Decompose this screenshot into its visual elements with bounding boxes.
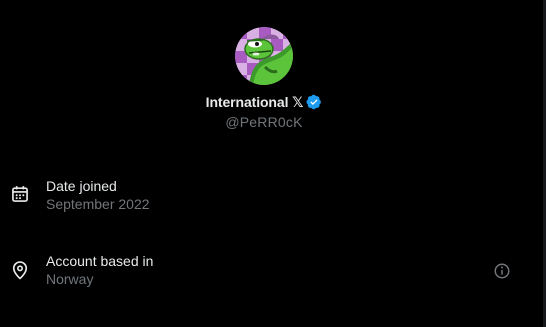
user-handle: @PeRR0cK [225, 114, 303, 130]
account-location-label: Account based in [46, 253, 154, 269]
verified-badge-icon [306, 94, 322, 110]
profile-header: International 𝕏 @PeRR0cK [0, 27, 528, 130]
date-joined-row: Date joined September 2022 [0, 176, 528, 220]
display-name[interactable]: International 𝕏 [206, 94, 304, 111]
calendar-icon [10, 184, 30, 204]
avatar-image [235, 27, 293, 85]
date-joined-value: September 2022 [46, 196, 150, 212]
avatar[interactable] [235, 27, 293, 85]
account-location-value: Norway [46, 271, 94, 287]
name-row: International 𝕏 [206, 93, 323, 111]
date-joined-label: Date joined [46, 178, 117, 194]
location-pin-icon [10, 260, 30, 280]
info-icon[interactable] [493, 262, 511, 280]
account-location-row: Account based in Norway [0, 252, 528, 296]
